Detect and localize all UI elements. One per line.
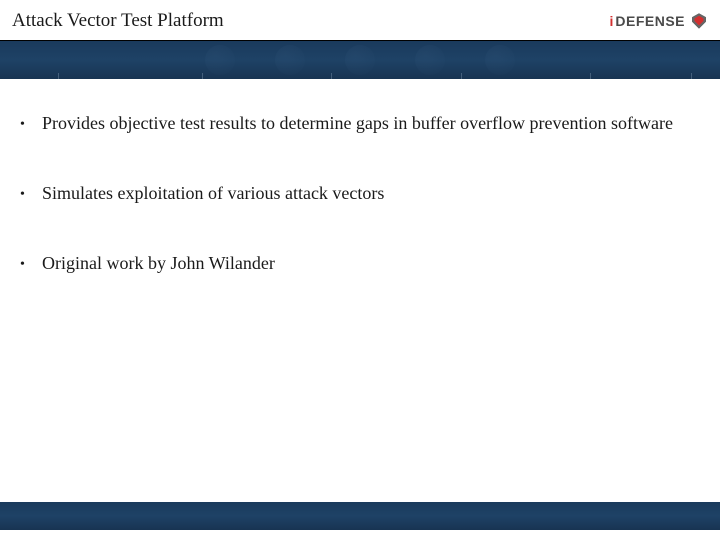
bullet-marker: • (18, 180, 42, 206)
bullet-text: Original work by John Wilander (42, 250, 702, 278)
logo-name: DEFENSE (615, 13, 685, 29)
shield-icon (690, 12, 708, 30)
bullet-text: Simulates exploitation of various attack… (42, 180, 702, 208)
slide-title: Attack Vector Test Platform (12, 10, 224, 32)
list-item: • Original work by John Wilander (18, 250, 702, 278)
brand-logo: iDEFENSE (609, 12, 708, 30)
bullet-list: • Provides objective test results to det… (18, 110, 702, 278)
decorative-band (0, 41, 720, 79)
bullet-marker: • (18, 250, 42, 276)
footer-band (0, 502, 720, 530)
bullet-text: Provides objective test results to deter… (42, 110, 702, 138)
list-item: • Provides objective test results to det… (18, 110, 702, 138)
list-item: • Simulates exploitation of various atta… (18, 180, 702, 208)
bullet-marker: • (18, 110, 42, 136)
title-bar: Attack Vector Test Platform iDEFENSE (0, 0, 720, 41)
logo-prefix: i (609, 13, 613, 29)
slide-content: • Provides objective test results to det… (0, 80, 720, 278)
slide-header: Attack Vector Test Platform iDEFENSE (0, 0, 720, 80)
